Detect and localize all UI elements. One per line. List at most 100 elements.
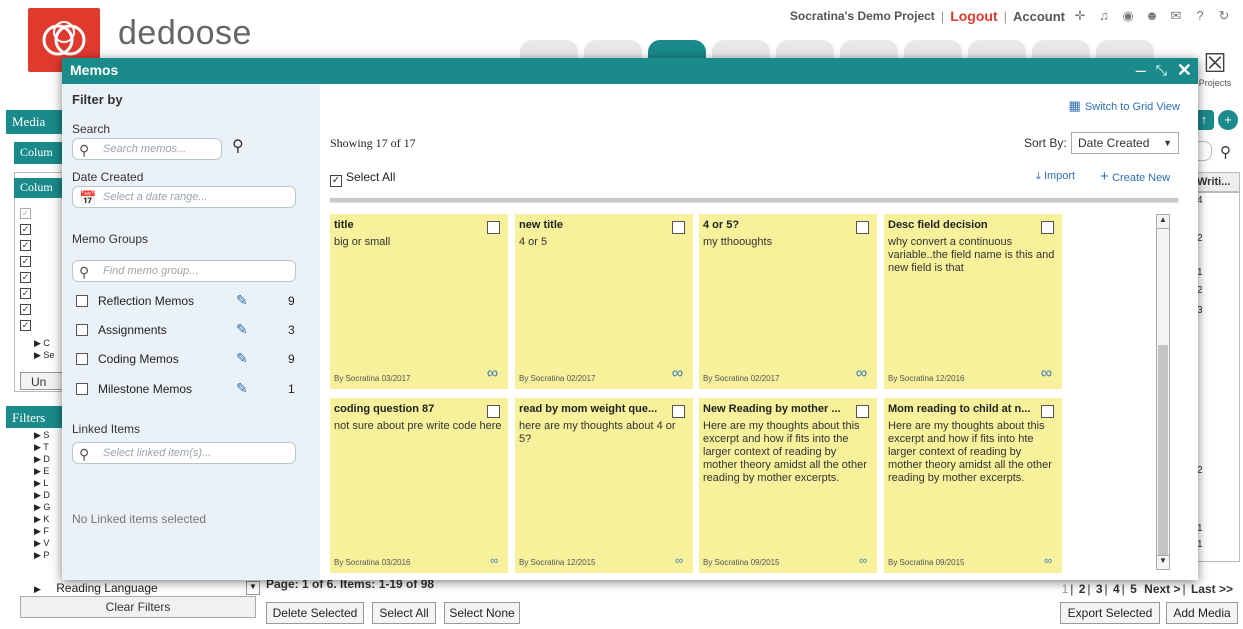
page-link[interactable]: 2 — [1077, 582, 1088, 596]
memo-card[interactable]: read by mom weight que... here are my th… — [515, 398, 693, 573]
memo-group-checkbox[interactable] — [76, 295, 88, 307]
memo-card[interactable]: 4 or 5? my tthooughts By Socratina 02/20… — [699, 214, 877, 389]
export-selected-button[interactable]: Export Selected — [1060, 602, 1160, 624]
tree-expand-icon[interactable]: ▶ E — [34, 466, 49, 477]
memo-group-checkbox[interactable] — [76, 324, 88, 336]
page-link[interactable]: 4 — [1111, 582, 1122, 596]
column-checkbox[interactable]: ✓ — [20, 240, 31, 251]
memo-card[interactable]: Desc field decision why convert a contin… — [884, 214, 1062, 389]
memo-checkbox[interactable] — [672, 405, 685, 418]
column-header-writing[interactable]: Writi... — [1194, 172, 1240, 192]
column-checkbox[interactable]: ✓ — [20, 208, 31, 219]
import-link[interactable]: ⤓ Import — [1036, 170, 1075, 183]
nav-tab-8[interactable] — [968, 40, 1026, 60]
column-checkbox[interactable]: ✓ — [20, 256, 31, 267]
memo-card[interactable]: coding question 87 not sure about pre wr… — [330, 398, 508, 573]
page-link[interactable]: 5 — [1128, 582, 1139, 596]
memo-checkbox[interactable] — [1041, 221, 1054, 234]
nav-tab-10[interactable] — [1096, 40, 1154, 60]
nav-tab-2[interactable] — [584, 40, 642, 60]
nav-tab-6[interactable] — [840, 40, 898, 60]
link-icon[interactable]: ∞ — [859, 555, 867, 567]
nav-tab-5[interactable] — [776, 40, 834, 60]
tree-expand-icon[interactable]: ▶ G — [34, 502, 50, 513]
select-all-checkbox[interactable]: ✓ Select All — [330, 170, 395, 187]
memo-checkbox[interactable] — [487, 221, 500, 234]
tree-expand-icon[interactable]: ▶ V — [34, 538, 49, 549]
tree-expand-icon[interactable]: ▶ C — [34, 338, 50, 349]
edit-pencil-icon[interactable]: ✎ — [236, 292, 248, 309]
tree-expand-icon[interactable]: ▶ P — [34, 550, 49, 561]
logout-link[interactable]: Logout — [950, 8, 997, 24]
last-page-link[interactable]: Last >> — [1189, 582, 1235, 596]
memo-card[interactable]: Mom reading to child at n... Here are my… — [884, 398, 1062, 573]
search-go-icon[interactable]: ⚲ — [232, 136, 244, 156]
cards-scrollbar[interactable]: ▲ ▼ — [1156, 214, 1170, 570]
memo-group-row[interactable]: Milestone Memos ✎ 1 — [76, 380, 298, 400]
edit-pencil-icon[interactable]: ✎ — [236, 380, 248, 397]
memo-checkbox[interactable] — [487, 405, 500, 418]
pin-icon[interactable]: ✛ — [1071, 8, 1089, 24]
modal-titlebar[interactable]: Memos – ⤡ ✕ — [62, 58, 1198, 84]
add-icon[interactable]: + — [1218, 110, 1238, 130]
column-checkbox[interactable]: ✓ — [20, 304, 31, 315]
add-media-button[interactable]: Add Media — [1166, 602, 1238, 624]
delete-selected-button[interactable]: Delete Selected — [266, 602, 364, 624]
audio-icon[interactable]: ♫ — [1095, 8, 1113, 24]
select-none-button[interactable]: Select None — [444, 602, 520, 624]
edit-pencil-icon[interactable]: ✎ — [236, 321, 248, 338]
link-icon[interactable]: ∞ — [672, 365, 683, 383]
tree-expand-icon[interactable]: ▶ F — [34, 526, 49, 537]
expand-icon[interactable]: ⤡ — [1156, 62, 1167, 79]
memo-checkbox[interactable] — [672, 221, 685, 234]
link-icon[interactable]: ∞ — [856, 365, 867, 383]
close-icon[interactable]: ✕ — [1177, 60, 1192, 81]
tree-expand-icon[interactable]: ▶ D — [34, 490, 50, 501]
clear-filters-button[interactable]: Clear Filters — [20, 596, 256, 618]
select-all-button[interactable]: Select All — [372, 602, 436, 624]
memo-checkbox[interactable] — [856, 405, 869, 418]
tree-expand-icon[interactable]: ▶ D — [34, 454, 50, 465]
find-memo-group-input[interactable]: ⚲ Find memo group... — [72, 260, 296, 282]
nav-tab-1[interactable] — [520, 40, 578, 60]
switch-grid-view-link[interactable]: ▦ Switch to Grid View — [1069, 98, 1180, 114]
memo-card[interactable]: new title 4 or 5 By Socratina 02/2017 ∞ — [515, 214, 693, 389]
page-link[interactable]: 3 — [1094, 582, 1105, 596]
help-icon[interactable]: ? — [1191, 8, 1209, 24]
tree-expand-icon[interactable]: ▶ S — [34, 430, 49, 441]
link-icon[interactable]: ∞ — [1044, 555, 1052, 567]
tree-expand-icon[interactable]: ▶ K — [34, 514, 49, 525]
tree-expand-icon[interactable]: ▶ L — [34, 478, 48, 489]
edit-pencil-icon[interactable]: ✎ — [236, 350, 248, 367]
column-checkbox[interactable]: ✓ — [20, 288, 31, 299]
minimize-icon[interactable]: – — [1136, 60, 1146, 81]
scroll-down-icon[interactable]: ▼ — [1157, 555, 1169, 569]
memo-group-row[interactable]: Coding Memos ✎ 9 — [76, 350, 298, 370]
scroll-thumb[interactable] — [1158, 345, 1168, 555]
memo-card[interactable]: New Reading by mother ... Here are my th… — [699, 398, 877, 573]
tree-expand-icon[interactable]: ▶ T — [34, 442, 49, 453]
link-icon[interactable]: ∞ — [675, 555, 683, 567]
memo-group-row[interactable]: Assignments ✎ 3 — [76, 321, 298, 341]
linked-items-input[interactable]: ⚲ Select linked item(s)... — [72, 442, 296, 464]
projects-button[interactable]: ☒ Projects — [1192, 48, 1238, 94]
date-range-input[interactable]: 📅 Select a date range... — [72, 186, 296, 208]
memo-checkbox[interactable] — [856, 221, 869, 234]
memo-group-checkbox[interactable] — [76, 353, 88, 365]
scroll-up-icon[interactable]: ▲ — [1157, 215, 1169, 229]
account-link[interactable]: Account — [1013, 9, 1065, 24]
memo-card[interactable]: title big or small By Socratina 03/2017 … — [330, 214, 508, 389]
mail-icon[interactable]: ✉ — [1167, 8, 1185, 24]
check-status-icon[interactable]: ◉ — [1119, 8, 1137, 24]
column-checkbox[interactable]: ✓ — [20, 272, 31, 283]
column-checkbox[interactable]: ✓ — [20, 224, 31, 235]
nav-tab-9[interactable] — [1032, 40, 1090, 60]
search-memos-input[interactable]: ⚲ Search memos... — [72, 138, 222, 160]
reading-language-filter[interactable]: ▶ Reading Language ▼ — [34, 581, 260, 597]
link-icon[interactable]: ∞ — [487, 365, 498, 383]
refresh-icon[interactable]: ↻ — [1215, 8, 1233, 24]
search-icon[interactable]: ⚲ — [1220, 143, 1231, 161]
nav-tab-4[interactable] — [712, 40, 770, 60]
nav-tab-active[interactable] — [648, 40, 706, 60]
users-icon[interactable]: ☻ — [1143, 8, 1161, 24]
